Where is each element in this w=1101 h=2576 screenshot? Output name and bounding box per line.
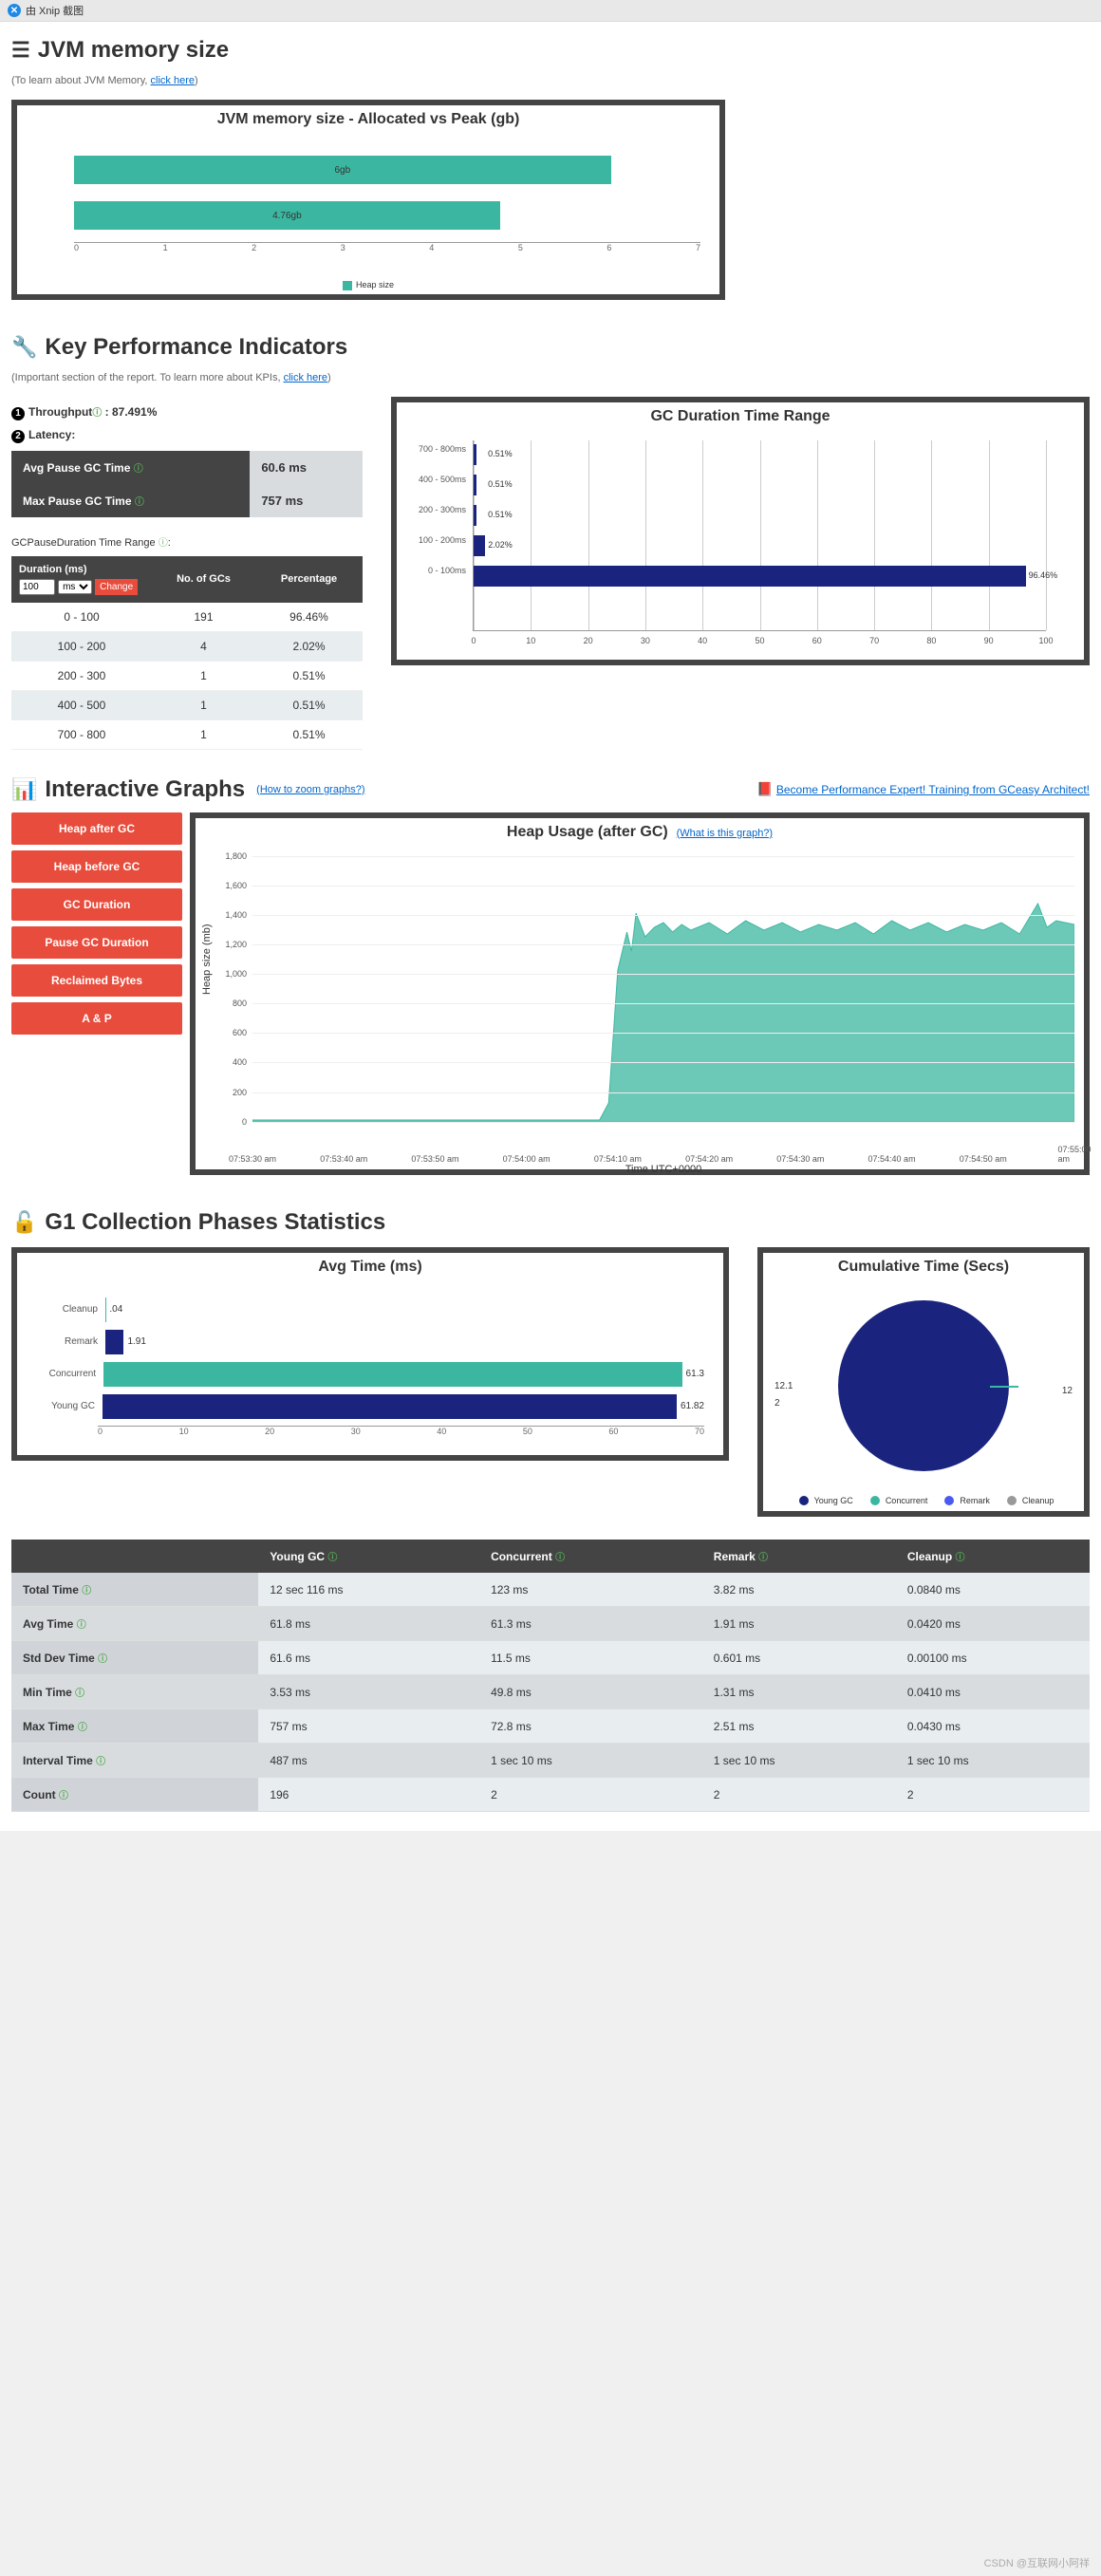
table-row: 400 - 50010.51% (11, 690, 363, 719)
pie-legend: Young GCConcurrentRemarkCleanup (763, 1490, 1084, 1512)
section-jvm: ☰ JVM memory size (To learn about JVM Me… (0, 22, 1101, 319)
help-icon[interactable]: ⓘ (134, 464, 143, 475)
table-row: Total Time ⓘ12 sec 116 ms123 ms3.82 ms0.… (11, 1573, 1090, 1607)
topbar-label: 由 Xnip 截图 (26, 3, 84, 18)
duration-input[interactable] (19, 579, 55, 595)
sidebar-btn-1[interactable]: Heap before GC (11, 850, 182, 883)
help-icon[interactable]: ⓘ (92, 408, 102, 419)
help-icon[interactable]: ⓘ (758, 1553, 768, 1563)
help-icon[interactable]: ⓘ (77, 1620, 86, 1631)
help-icon[interactable]: ⓘ (96, 1757, 105, 1767)
sidebar-btn-4[interactable]: Reclaimed Bytes (11, 964, 182, 997)
kpi-title: 🔧 Key Performance Indicators (11, 334, 1090, 361)
table-row: 0 - 10019196.46% (11, 603, 363, 632)
g1-title: 🔓 G1 Collection Phases Statistics (11, 1209, 1090, 1236)
table-row: Std Dev Time ⓘ61.6 ms11.5 ms0.601 ms0.00… (11, 1641, 1090, 1675)
section-kpi: 🔧 Key Performance Indicators (Important … (0, 319, 1101, 769)
section-g1: 🔓 G1 Collection Phases Statistics Avg Ti… (0, 1194, 1101, 1832)
duration-unit-select[interactable]: ms (58, 580, 92, 594)
range-label: GCPauseDuration Time Range ⓘ: (11, 534, 363, 549)
table-row: Avg Time ⓘ61.8 ms61.3 ms1.91 ms0.0420 ms (11, 1607, 1090, 1641)
latency-table: Avg Pause GC Time ⓘ60.6 ms Max Pause GC … (11, 451, 363, 517)
help-icon[interactable]: ⓘ (135, 497, 144, 508)
sidebar-btn-0[interactable]: Heap after GC (11, 812, 182, 845)
gc-duration-chart: GC Duration Time Range 01020304050607080… (391, 397, 1090, 665)
page-title: ☰ JVM memory size (11, 37, 1090, 64)
table-row: Min Time ⓘ3.53 ms49.8 ms1.31 ms0.0410 ms (11, 1675, 1090, 1709)
pdf-icon: 📕 (756, 781, 773, 796)
interactive-title: 📊 Interactive Graphs (11, 776, 245, 803)
pie-chart (838, 1300, 1009, 1471)
lock-icon: 🔓 (11, 1210, 37, 1235)
stack-icon: ☰ (11, 38, 30, 63)
jvm-desc: (To learn about JVM Memory, click here) (11, 75, 1090, 86)
g1-stats-table: Young GC ⓘConcurrent ⓘRemark ⓘCleanup ⓘ … (11, 1540, 1090, 1812)
throughput-line: 1Throughputⓘ : 87.491% (11, 404, 363, 420)
kpi-learn-link[interactable]: click here (284, 372, 327, 383)
latency-line: 2Latency: (11, 428, 363, 443)
bar-peak: 4.76gb (74, 201, 500, 230)
cumulative-time-chart: Cumulative Time (Secs) 12.1 2 12 Young G… (757, 1247, 1090, 1518)
interactive-sidebar: Heap after GC Heap before GC GC Duration Pa… (11, 812, 182, 1175)
jvm-learn-link[interactable]: click here (151, 75, 195, 86)
table-row: 700 - 80010.51% (11, 719, 363, 749)
bar-allocated: 6gb (74, 156, 611, 184)
wrench-icon: 🔧 (11, 335, 37, 360)
sidebar-btn-5[interactable]: A & P (11, 1002, 182, 1035)
help-icon[interactable]: ⓘ (59, 1791, 68, 1801)
jvm-legend: Heap size (17, 276, 719, 294)
bars-icon: 📊 (11, 777, 37, 802)
topbar: ✕ 由 Xnip 截图 (0, 0, 1101, 22)
sidebar-btn-2[interactable]: GC Duration (11, 888, 182, 921)
table-row: Count ⓘ196222 (11, 1778, 1090, 1812)
what-is-graph-link[interactable]: (What is this graph?) (677, 828, 773, 839)
help-icon[interactable]: ⓘ (555, 1553, 565, 1563)
help-icon[interactable]: ⓘ (327, 1553, 337, 1563)
kpi-desc: (Important section of the report. To lea… (11, 372, 1090, 383)
table-row: 200 - 30010.51% (11, 661, 363, 690)
section-interactive: 📊 Interactive Graphs (How to zoom graphs… (0, 769, 1101, 1194)
help-icon[interactable]: ⓘ (82, 1586, 91, 1596)
table-row: 100 - 20042.02% (11, 631, 363, 661)
help-icon[interactable]: ⓘ (75, 1689, 84, 1699)
help-icon[interactable]: ⓘ (98, 1654, 107, 1665)
help-icon[interactable]: ⓘ (78, 1723, 87, 1733)
help-icon[interactable]: ⓘ (159, 538, 168, 549)
heap-usage-chart: Heap Usage (after GC) (What is this grap… (190, 812, 1090, 1175)
table-row: Max Time ⓘ757 ms72.8 ms2.51 ms0.0430 ms (11, 1709, 1090, 1744)
range-table: Duration (ms) ms Change No. of GCs Perce… (11, 556, 363, 750)
change-button[interactable]: Change (95, 579, 138, 595)
sidebar-btn-3[interactable]: Pause GC Duration (11, 926, 182, 959)
jvm-chart: JVM memory size - Allocated vs Peak (gb)… (11, 100, 725, 300)
zoom-help-link[interactable]: (How to zoom graphs?) (256, 784, 364, 795)
table-row: Interval Time ⓘ487 ms1 sec 10 ms1 sec 10… (11, 1744, 1090, 1778)
watermark: CSDN @互联网小阿祥 (984, 2555, 1090, 2570)
help-icon[interactable]: ⓘ (956, 1553, 965, 1563)
training-link[interactable]: Become Performance Expert! Training from… (776, 783, 1090, 796)
xnip-icon: ✕ (8, 4, 21, 17)
avg-time-chart: Avg Time (ms) Cleanup.04Remark1.91Concur… (11, 1247, 729, 1461)
